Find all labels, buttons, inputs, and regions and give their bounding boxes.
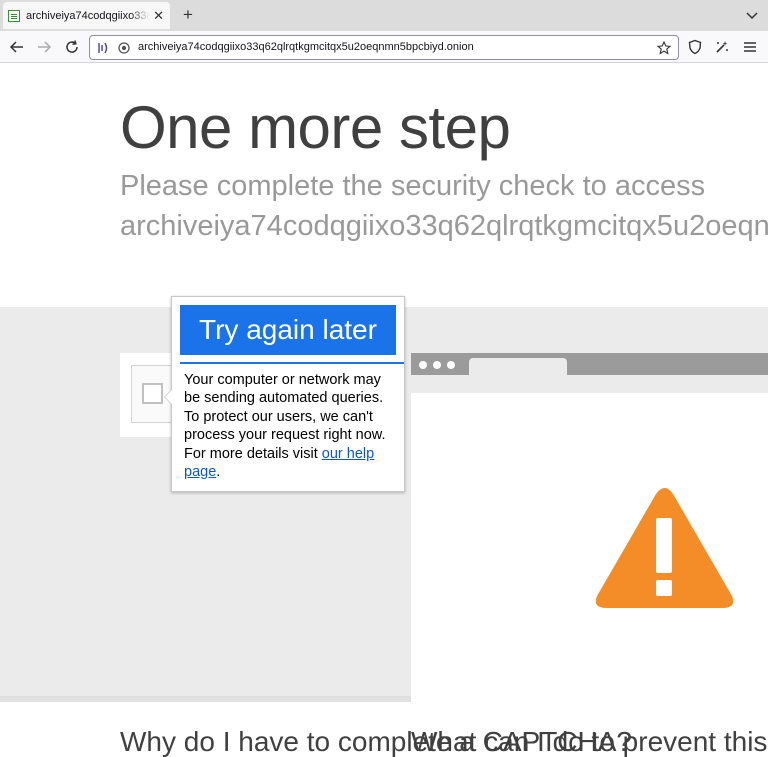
page-favicon-icon — [8, 9, 20, 22]
subtitle-text: Please complete the security check to ac… — [120, 170, 706, 202]
illustration-dot — [419, 361, 427, 369]
popup-message: Your computer or network may be sending … — [184, 371, 396, 481]
browser-illustration-tab — [469, 358, 567, 375]
url-text[interactable]: archiveiya74codqgiixo33q62qlrqtkgmcitqx5… — [138, 41, 474, 53]
menu-icon[interactable] — [742, 39, 758, 55]
bookmark-star-icon[interactable] — [657, 41, 671, 55]
page-content: One more step Please complete the securi… — [0, 63, 768, 757]
reload-icon[interactable] — [64, 39, 80, 55]
tab-title: archiveiya74codqgiixo33q62qlrqtkgmcitqx5… — [26, 9, 149, 22]
illustration-dot — [433, 361, 441, 369]
error-popup: Try again later Your computer or network… — [164, 296, 405, 492]
popup-body-end: . — [216, 464, 221, 481]
page-subtitle: Please complete the security check to ac… — [120, 166, 768, 246]
extension-icon[interactable] — [714, 39, 730, 55]
popup-title: Try again later — [180, 305, 396, 355]
onion-circuit-icon[interactable] — [96, 41, 110, 55]
back-icon[interactable] — [9, 39, 25, 55]
list-all-tabs-icon[interactable] — [744, 7, 760, 23]
captcha-checkbox[interactable] — [142, 383, 163, 404]
close-icon[interactable]: ✕ — [153, 9, 164, 22]
subtitle-url: archiveiya74codqgiixo33q62qlrqtkgmcitqx5… — [120, 210, 768, 242]
address-bar[interactable]: archiveiya74codqgiixo33q62qlrqtkgmcitqx5… — [89, 35, 679, 60]
warning-icon — [595, 488, 734, 608]
section-heading-what: What can I do to prevent this in the fut… — [411, 726, 768, 757]
navigation-toolbar: archiveiya74codqgiixo33q62qlrqtkgmcitqx5… — [0, 31, 768, 63]
forward-icon[interactable] — [36, 39, 52, 55]
shield-icon[interactable] — [687, 39, 703, 55]
browser-illustration-bar — [411, 353, 768, 375]
illustration-dot — [447, 361, 455, 369]
popup-divider — [180, 362, 404, 364]
lock-icon[interactable] — [117, 41, 131, 55]
active-tab[interactable]: archiveiya74codqgiixo33q62qlrqtkgmcitqx5… — [3, 2, 170, 29]
page-title: One more step — [120, 94, 511, 161]
tab-bar: archiveiya74codqgiixo33q62qlrqtkgmcitqx5… — [0, 0, 768, 31]
new-tab-button[interactable]: + — [178, 5, 198, 25]
